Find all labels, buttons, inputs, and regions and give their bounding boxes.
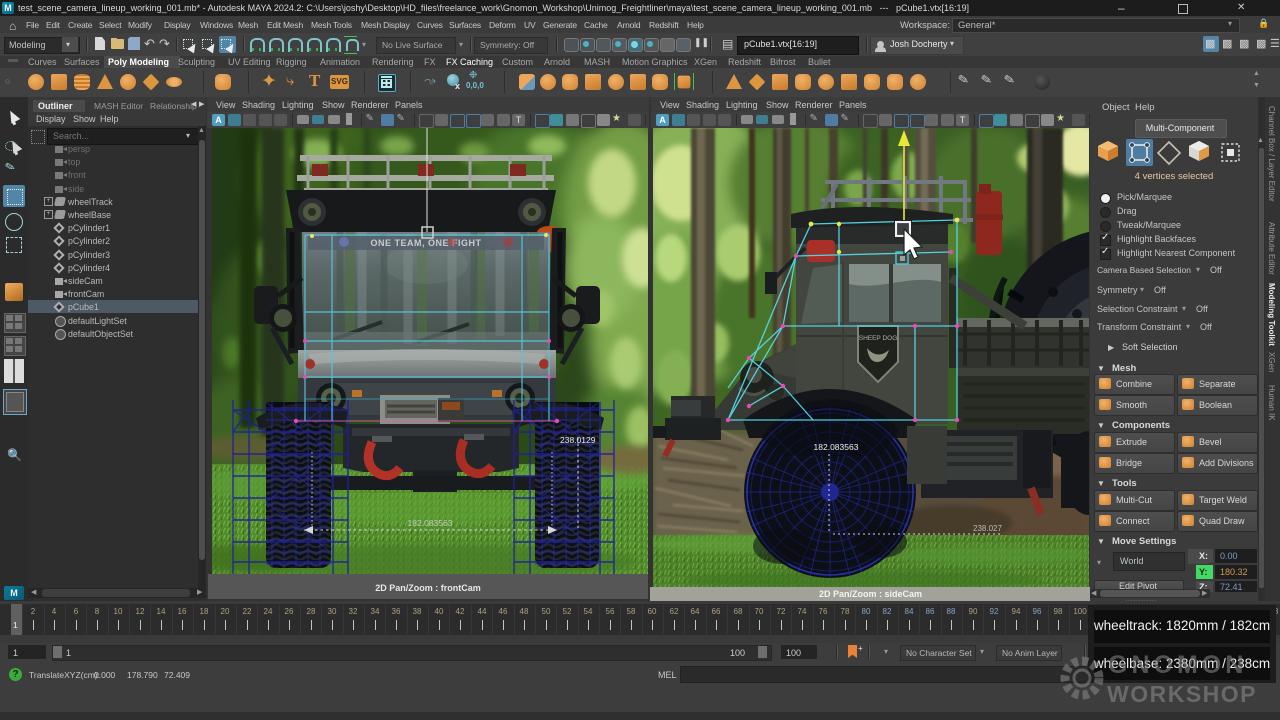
svg-text:238.0129: 238.0129 [560, 435, 596, 445]
svg-text:WORKSHOP: WORKSHOP [1107, 681, 1257, 707]
svg-text:238.027: 238.027 [973, 524, 1002, 533]
svg-text:SHEEP DOG: SHEEP DOG [859, 335, 898, 342]
svg-text:ONE TEAM, ONE FIGHT: ONE TEAM, ONE FIGHT [370, 238, 481, 248]
svg-text:182.083563: 182.083563 [814, 442, 859, 452]
svg-text:182.083563: 182.083563 [408, 518, 453, 528]
svg-text:GNOMON: GNOMON [1108, 651, 1247, 679]
